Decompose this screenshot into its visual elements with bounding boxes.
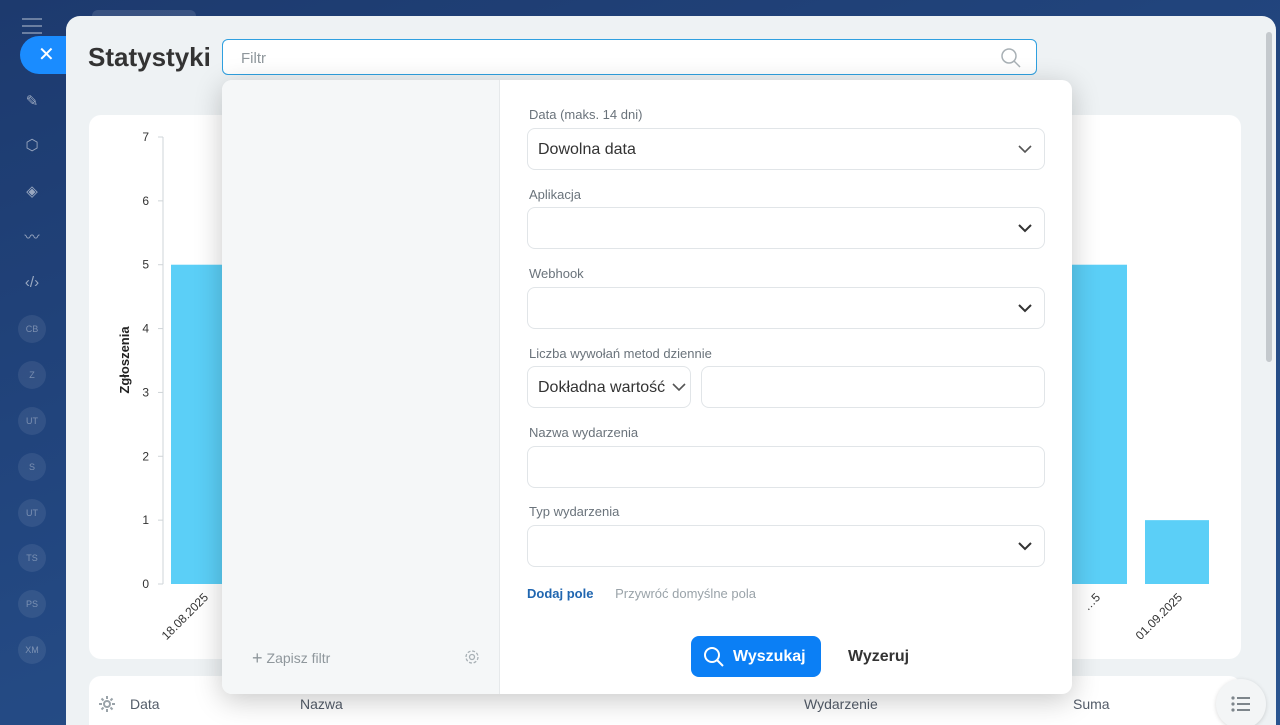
filter-search-input[interactable]: Filtr [222,39,1037,75]
field-label-date: Data (maks. 14 dni) [529,107,643,122]
field-label-calls: Liczba wywołań metod dziennie [529,346,712,361]
save-filter-label: Zapisz filtr [266,650,331,666]
calls-operator-value: Dokładna wartość [538,379,666,396]
date-select-value: Dowolna data [538,141,636,158]
y-tick-label: 1 [142,513,149,527]
search-button[interactable]: Wyszukaj [691,636,821,677]
field-label-app: Aplikacja [529,187,582,202]
column-header-data[interactable]: Data [130,696,160,712]
y-axis-label: Zgłoszenia [117,326,132,394]
y-tick-label: 0 [142,577,149,591]
field-label-event-type: Typ wydarzenia [529,504,620,519]
rail-item-s[interactable]: S [18,453,46,481]
menu-icon[interactable] [22,18,42,34]
rail-item-cb[interactable]: CB [18,315,46,343]
add-field-link[interactable]: Dodaj pole [527,586,593,601]
chevron-down-icon [1018,304,1032,313]
field-links: Dodaj pole Przywróć domyślne pola [527,586,756,601]
save-filter-button[interactable]: + Zapisz filtr [252,648,330,669]
x-tick-label: …5 [1080,590,1103,613]
rail-item-z[interactable]: Z [18,361,46,389]
search-button-label: Wyszukaj [733,648,806,665]
chevron-down-icon [1018,145,1032,154]
column-header-suma[interactable]: Suma [1073,696,1110,712]
event-type-select[interactable] [527,525,1045,567]
page-title: Statystyki [88,42,211,72]
plus-icon: + [252,648,263,668]
column-header-nazwa[interactable]: Nazwa [300,696,343,712]
chart-bar [1063,264,1127,584]
date-select[interactable]: Dowolna data [527,128,1045,170]
field-label-webhook: Webhook [529,266,584,281]
y-tick-label: 5 [142,258,149,272]
y-tick-label: 3 [142,385,149,399]
column-header-wydarzenie[interactable]: Wydarzenie [804,696,878,712]
filter-placeholder: Filtr [241,50,266,67]
filter-popup: + Zapisz filtr Data (maks. 14 dni) Dowoln… [222,80,1072,694]
filter-settings-gear-icon[interactable] [464,649,480,670]
chevron-down-icon [1018,224,1032,233]
x-tick-label: 18.08.2025 [159,590,212,643]
search-icon [704,647,724,667]
scrollbar[interactable] [1266,32,1272,362]
field-label-event-name: Nazwa wydarzenia [529,425,639,440]
webhook-select[interactable] [527,287,1045,329]
y-tick-label: 4 [142,322,149,336]
chevron-down-icon [1018,542,1032,551]
restore-default-fields-link[interactable]: Przywróć domyślne pola [615,586,756,601]
x-tick-label: 01.09.2025 [1133,590,1186,643]
saved-filters-panel: + Zapisz filtr [222,80,500,694]
left-rail: ✕ ✎ ⬡ ◈ 〰 ‹/› CB Z UT S UT TS PS XM [0,0,72,725]
rail-item-ps[interactable]: PS [18,590,46,618]
chart-bar [1145,520,1209,584]
rail-item-xm[interactable]: XM [18,636,46,664]
calls-value-input[interactable] [701,366,1045,408]
cube-icon[interactable]: ◈ [18,178,46,206]
search-icon[interactable] [1000,47,1022,74]
rail-item-ts[interactable]: TS [18,544,46,572]
rail-item-ut[interactable]: UT [18,407,46,435]
application-select[interactable] [527,207,1045,249]
hexagon-icon[interactable]: ⬡ [18,132,46,160]
rail-item-ut-2[interactable]: UT [18,499,46,527]
list-icon [1231,696,1250,712]
y-tick-label: 7 [142,130,149,144]
y-tick-label: 2 [142,449,149,463]
waves-icon[interactable]: 〰 [18,224,46,252]
reset-button[interactable]: Wyzeruj [848,648,909,666]
list-menu-button[interactable] [1216,679,1266,725]
chevron-down-icon [672,383,686,392]
edit-icon[interactable]: ✎ [18,88,46,116]
calls-operator-select[interactable]: Dokładna wartość [527,366,691,408]
code-icon[interactable]: ‹/› [18,269,46,297]
close-icon[interactable]: ✕ [20,36,72,74]
event-name-input[interactable] [527,446,1045,488]
gear-icon[interactable] [99,696,115,717]
y-tick-label: 6 [142,194,149,208]
